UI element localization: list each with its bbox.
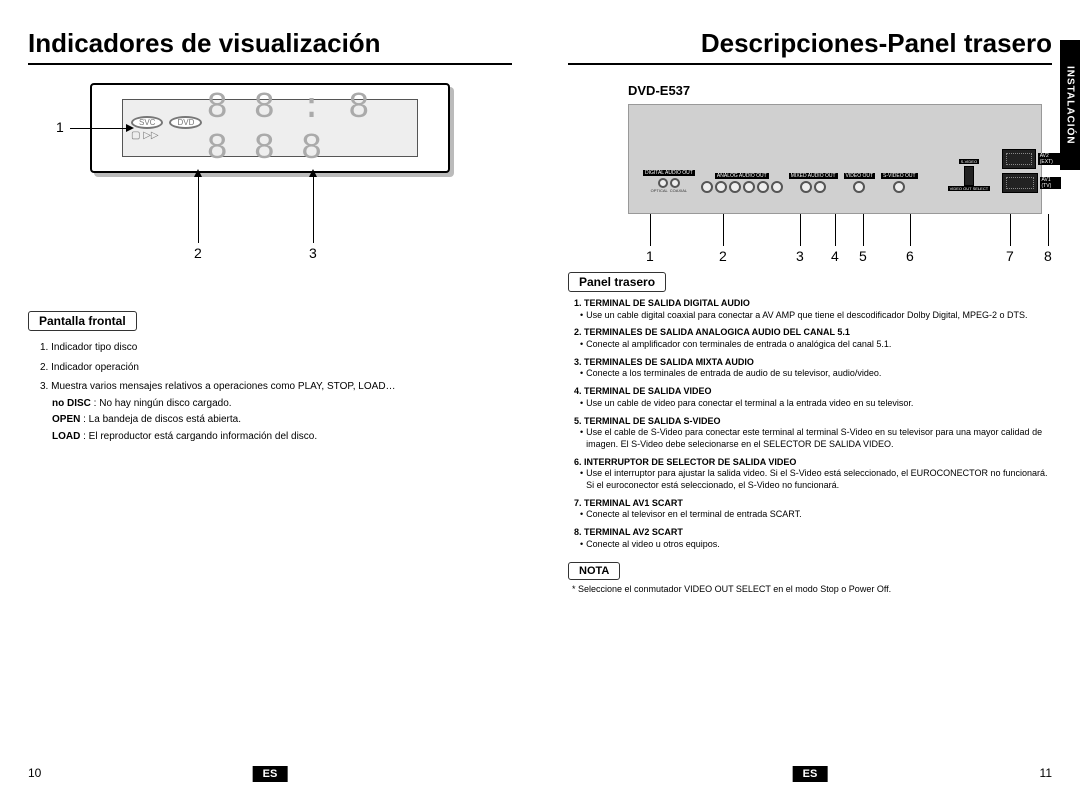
page-right: Descripciones-Panel trasero INSTALACIÓN … — [540, 0, 1080, 790]
rear-panel-diagram: DIGITAL AUDIO OUT OPTICALCOAXIAL ANALOG … — [628, 104, 1042, 214]
video-out: VIDEO OUT — [844, 173, 876, 193]
dvd-icon: DVD — [169, 116, 202, 129]
nota-text: * Seleccione el conmutador VIDEO OUT SEL… — [568, 584, 1052, 594]
callout-3: 3 — [309, 245, 317, 261]
rc3: 3 — [796, 248, 804, 264]
mixed-audio-out: MIXED AUDIO OUT — [789, 173, 838, 193]
s-video-out: S-VIDEO OUT — [881, 173, 918, 193]
scart-terminals: AV2 (EXT) AV1 (TV) — [1002, 149, 1061, 193]
nota-label: NOTA — [568, 562, 620, 580]
rc4: 4 — [831, 248, 839, 264]
analog-audio-out: ANALOG AUDIO OUT — [701, 173, 783, 193]
rc1: 1 — [646, 248, 654, 264]
page-left: Indicadores de visualización SVC DVD ▢ ▷… — [0, 0, 540, 790]
digital-audio-out: DIGITAL AUDIO OUT OPTICALCOAXIAL — [643, 170, 695, 193]
item-2: 2. Indicador operación — [40, 361, 512, 375]
play-icons: ▢ ▷▷ — [131, 131, 206, 141]
front-panel-label: Pantalla frontal — [28, 311, 137, 331]
item-3: 3. Muestra varios mensajes relativos a o… — [40, 380, 512, 443]
video-out-select-switch: S-VIDEO VIDEO OUT SELECT — [948, 159, 991, 193]
item-1: 1. Indicador tipo disco — [40, 341, 512, 355]
model-number: DVD-E537 — [628, 83, 1052, 98]
seven-segment: 8 8 : 8 8 8 8 — [206, 87, 409, 169]
terminal-list: 1. TERMINAL DE SALIDA DIGITAL AUDIO•Use … — [568, 298, 1052, 550]
right-title: Descripciones-Panel trasero — [568, 28, 1052, 65]
rear-panel-label: Panel trasero — [568, 272, 666, 292]
front-display-diagram: SVC DVD ▢ ▷▷ 8 8 : 8 8 8 8 — [90, 83, 450, 173]
es-footer-right: ES — [793, 766, 828, 782]
rc8: 8 — [1044, 248, 1052, 264]
rc6: 6 — [906, 248, 914, 264]
page-number-right: 11 — [1040, 766, 1052, 780]
rc2: 2 — [719, 248, 727, 264]
front-panel-list: 1. Indicador tipo disco 2. Indicador ope… — [28, 341, 512, 443]
side-tab: INSTALACIÓN — [1060, 40, 1080, 170]
rc7: 7 — [1006, 248, 1014, 264]
callout-1: 1 — [56, 119, 64, 135]
callout-2: 2 — [194, 245, 202, 261]
es-footer-left: ES — [253, 766, 288, 782]
page-number-left: 10 — [28, 766, 41, 780]
left-title: Indicadores de visualización — [28, 28, 512, 65]
rc5: 5 — [859, 248, 867, 264]
svc-icon: SVC — [131, 116, 163, 129]
